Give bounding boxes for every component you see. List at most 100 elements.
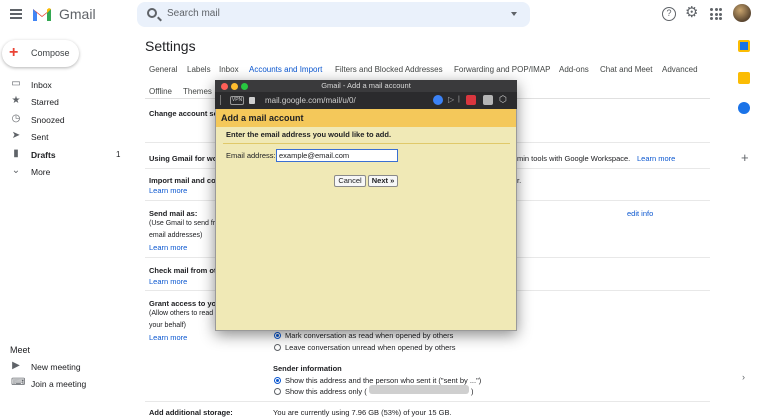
edit-info-link[interactable]: edit info [627, 209, 653, 218]
leave-unread-radio[interactable] [274, 344, 281, 351]
send-mail-as-desc: (Use Gmail to send fr [149, 220, 216, 227]
show-both-label: Show this address and the person who sen… [285, 376, 482, 385]
video-camera-icon: ▶ [12, 360, 20, 371]
nav-item-sent[interactable]: ➤ Sent [0, 129, 135, 145]
nav-item-inbox[interactable]: ▭ Inbox [0, 77, 135, 93]
row-divider [145, 401, 710, 402]
nav-item-label: Starred [31, 97, 59, 107]
tab-themes[interactable]: Themes [183, 87, 212, 96]
lock-icon [249, 97, 255, 104]
clock-icon: ◷ [11, 113, 21, 124]
tab-filters[interactable]: Filters and Blocked Addresses [335, 65, 443, 74]
help-icon[interactable]: ? [662, 7, 676, 21]
next-button[interactable]: Next » [368, 175, 398, 187]
cube-icon[interactable]: ⬡ [499, 94, 507, 105]
mark-read-label: Mark conversation as read when opened by… [285, 331, 454, 340]
leave-unread-label: Leave conversation unread when opened by… [285, 343, 456, 352]
grant-learn-more-link[interactable]: Learn more [149, 333, 187, 342]
keyboard-icon: ⌨ [11, 377, 26, 388]
check-mail-label: Check mail from ot [149, 266, 217, 275]
tab-general[interactable]: General [149, 65, 177, 74]
send-mail-as-desc: email addresses) [149, 232, 203, 239]
compose-label: Compose [31, 48, 70, 58]
tab-chat-and-meet[interactable]: Chat and Meet [600, 65, 652, 74]
drafts-count: 1 [116, 150, 121, 159]
join-meeting-label: Join a meeting [31, 379, 87, 389]
account-avatar[interactable] [733, 4, 751, 22]
url-text[interactable]: mail.google.com/mail/u/0/ [265, 96, 356, 105]
window-title: Gmail - Add a mail account [321, 81, 411, 90]
tab-accounts-and-import[interactable]: Accounts and Import [249, 65, 322, 74]
compose-plus-icon: + [9, 44, 19, 61]
vpn-badge[interactable]: VPN [230, 96, 244, 105]
show-only-label: Show this address only ( [285, 387, 367, 396]
search-options-icon[interactable] [511, 12, 517, 16]
show-only-end: ) [471, 387, 474, 396]
import-suffix-text: r. [517, 176, 522, 185]
play-icon[interactable]: ▷ [448, 95, 454, 104]
email-address-label: Email address: [226, 151, 276, 160]
tab-advanced[interactable]: Advanced [662, 65, 698, 74]
page-title: Settings [145, 38, 196, 54]
nav-item-label: More [31, 167, 51, 177]
show-only-radio[interactable] [274, 388, 281, 395]
tab-inbox[interactable]: Inbox [219, 65, 239, 74]
check-learn-more-link[interactable]: Learn more [149, 277, 187, 286]
import-mail-label: Import mail and co [149, 176, 216, 185]
grant-access-label: Grant access to yo [149, 299, 217, 308]
mark-read-radio[interactable] [274, 332, 281, 339]
calendar-icon[interactable] [738, 40, 750, 52]
tab-offline[interactable]: Offline [149, 87, 172, 96]
bookmark-icon[interactable]: | [458, 96, 460, 103]
email-address-field[interactable] [276, 149, 398, 162]
draft-icon: ▮ [13, 148, 19, 159]
google-apps-icon[interactable] [710, 8, 722, 20]
grant-access-desc: (Allow others to read [149, 310, 214, 317]
gmail-logo-icon[interactable] [32, 6, 52, 22]
dialog-heading: Add a mail account [221, 113, 304, 123]
nav-item-more[interactable]: ⌄ More [0, 164, 135, 180]
chevron-down-icon: ⌄ [11, 165, 21, 176]
storage-usage-text: You are currently using 7.96 GB (53%) of… [273, 408, 452, 417]
send-icon: ➤ [11, 130, 21, 141]
meet-section-title: Meet [10, 345, 31, 355]
nav-item-drafts[interactable]: ▮ Drafts 1 [0, 147, 135, 163]
nav-item-label: Sent [31, 132, 49, 142]
using-gmail-label: Using Gmail for wo [149, 154, 218, 163]
keep-icon[interactable] [738, 72, 750, 84]
new-meeting-button[interactable]: ▶ New meeting [0, 359, 135, 375]
settings-gear-icon[interactable]: ⚙ [685, 5, 698, 20]
search-input[interactable]: Search mail [167, 8, 220, 19]
workspace-learn-more-link[interactable]: Learn more [637, 154, 675, 163]
cancel-button[interactable]: Cancel [334, 175, 366, 187]
send-learn-more-link[interactable]: Learn more [149, 243, 187, 252]
search-icon[interactable] [147, 8, 157, 18]
tab-addons[interactable]: Add-ons [559, 65, 589, 74]
tab-labels[interactable]: Labels [187, 65, 211, 74]
get-addons-icon[interactable]: + [741, 150, 749, 165]
tab-forwarding[interactable]: Forwarding and POP/IMAP [454, 65, 550, 74]
nav-item-starred[interactable]: ★ Starred [0, 94, 135, 110]
sender-info-heading: Sender information [273, 364, 342, 373]
tasks-icon[interactable] [738, 102, 750, 114]
nav-item-snoozed[interactable]: ◷ Snoozed [0, 112, 135, 128]
nav-item-label: Snoozed [31, 115, 65, 125]
gmail-logo-text[interactable]: Gmail [59, 6, 96, 22]
shield-check-icon[interactable] [433, 95, 443, 105]
change-account-label: Change account se [149, 109, 218, 118]
star-icon: ★ [11, 95, 21, 106]
extension-icon[interactable] [466, 95, 476, 105]
main-menu-icon[interactable] [10, 9, 22, 19]
grant-access-desc: your behalf) [149, 322, 186, 329]
dialog-instruction: Enter the email address you would like t… [226, 130, 392, 139]
import-learn-more-link[interactable]: Learn more [149, 186, 187, 195]
hide-side-panel-icon[interactable]: › [742, 372, 745, 382]
nav-item-label: Drafts [31, 150, 56, 160]
join-meeting-button[interactable]: ⌨ Join a meeting [0, 376, 135, 392]
show-both-radio[interactable] [274, 377, 281, 384]
extension-icon[interactable] [483, 95, 493, 105]
redacted-address [369, 385, 469, 394]
inbox-icon: ▭ [11, 78, 21, 89]
sidebar-toggle-icon[interactable] [220, 95, 221, 105]
dialog-divider [223, 143, 510, 144]
